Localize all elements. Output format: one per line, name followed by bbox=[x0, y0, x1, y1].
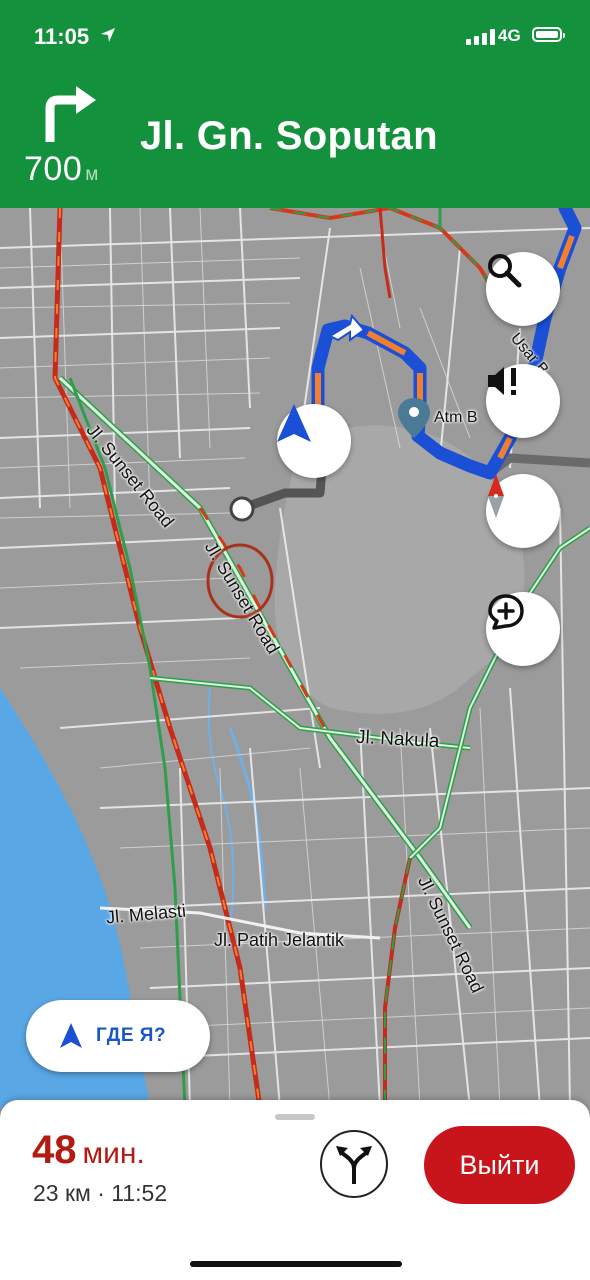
distance-to-turn: 700 м bbox=[24, 150, 98, 189]
navigation-header: 11:05 4G 700 м Jl. Gn. Soputan bbox=[0, 0, 590, 208]
sound-alert-icon bbox=[488, 367, 516, 395]
compass-icon bbox=[488, 474, 504, 518]
trip-summary-sheet[interactable]: 48 мин. 23 км · 11:52 Выйти bbox=[0, 1100, 590, 1280]
trip-distance-arrival: 23 км · 11:52 bbox=[33, 1180, 168, 1206]
network-type: 4G bbox=[498, 26, 521, 45]
map-view[interactable]: Jl. Sunset Road Jl. Sunset Road Jl. Suns… bbox=[0, 208, 590, 1108]
where-am-i-button[interactable]: ГДЕ Я? bbox=[26, 1000, 210, 1072]
add-report-button[interactable] bbox=[486, 592, 560, 666]
sound-alerts-button[interactable] bbox=[486, 364, 560, 438]
turn-right-arrow-icon bbox=[45, 86, 96, 142]
navigation-arrow-icon bbox=[60, 1023, 82, 1048]
eta-duration: 48 мин. bbox=[32, 1128, 145, 1173]
distance-unit: м bbox=[85, 164, 99, 185]
cellular-signal-icon bbox=[466, 29, 496, 45]
distance-value: 700 bbox=[24, 150, 83, 188]
add-report-icon bbox=[488, 594, 524, 630]
location-arrow-icon bbox=[101, 28, 115, 42]
eta-unit: мин. bbox=[82, 1137, 145, 1170]
map-label-atm: Atm B bbox=[434, 409, 478, 426]
map-label-nakula: Jl. Nakula bbox=[355, 726, 440, 753]
home-indicator[interactable] bbox=[190, 1261, 402, 1267]
battery-icon bbox=[532, 27, 565, 42]
alternate-routes-button[interactable] bbox=[320, 1130, 388, 1198]
drag-handle[interactable] bbox=[275, 1114, 315, 1120]
search-button[interactable] bbox=[486, 252, 560, 326]
current-location-marker bbox=[277, 404, 351, 478]
compass-button[interactable] bbox=[486, 474, 560, 548]
map-label-patih-jelantik: Jl. Patih Jelantik bbox=[214, 930, 345, 950]
status-time: 11:05 bbox=[34, 24, 90, 49]
status-bar: 11:05 4G bbox=[0, 0, 590, 70]
exit-navigation-button[interactable]: Выйти bbox=[424, 1126, 575, 1204]
search-icon bbox=[488, 254, 522, 288]
eta-value: 48 bbox=[32, 1128, 77, 1172]
alternate-routes-icon bbox=[336, 1146, 372, 1184]
navigation-arrow-icon bbox=[277, 404, 311, 442]
where-am-i-label: ГДЕ Я? bbox=[96, 1025, 167, 1046]
next-street-name: Jl. Gn. Soputan bbox=[140, 114, 438, 158]
